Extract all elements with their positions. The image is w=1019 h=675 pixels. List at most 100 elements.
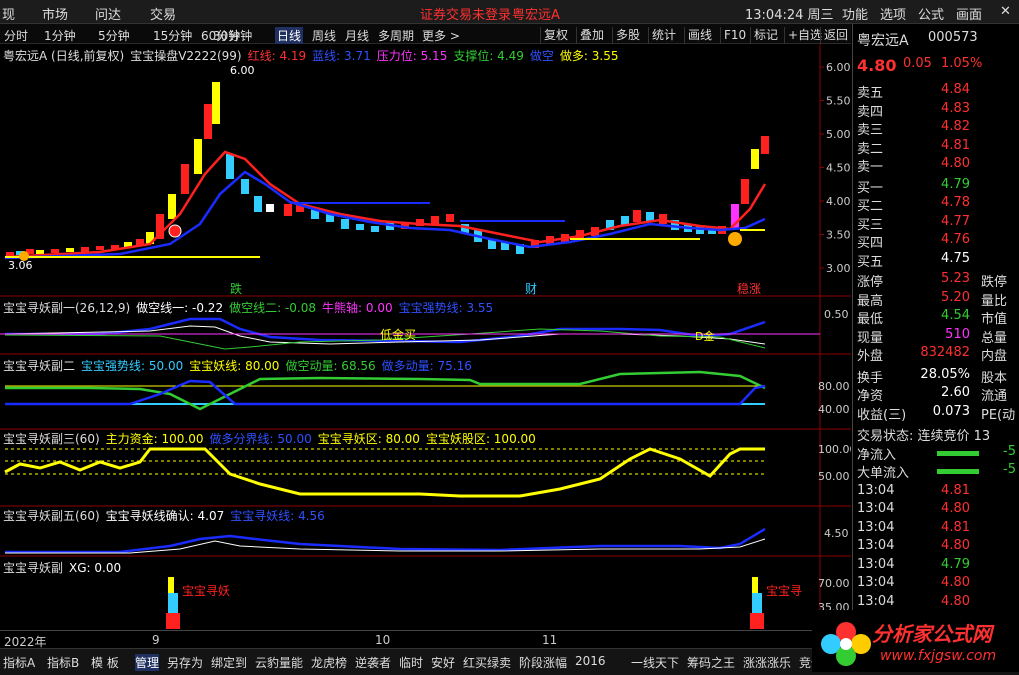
menu-function[interactable]: 功能: [842, 4, 868, 23]
bottom-tab[interactable]: 管理: [135, 654, 160, 671]
period-tab[interactable]: 60分钟: [201, 27, 240, 44]
low-label: 3.06: [8, 259, 33, 272]
candle: [168, 194, 176, 219]
period-tab[interactable]: 周线: [312, 27, 336, 44]
d-gold-label: D金: [695, 329, 714, 343]
ytick: 6.00: [826, 61, 851, 74]
menu-item[interactable]: 现: [2, 4, 15, 23]
quote-row: 收益(三) 0.073 PE(动: [857, 403, 1016, 423]
signal-bar: [752, 593, 762, 613]
bottom-tab[interactable]: 指标A: [3, 654, 35, 671]
tick-row: 13:044.80: [857, 575, 970, 590]
quote-row: 卖四 4.83: [857, 100, 970, 120]
period-tab[interactable]: 5分钟: [98, 27, 130, 44]
menu-screen[interactable]: 画面: [956, 4, 982, 23]
btn-multi[interactable]: 多股: [612, 27, 643, 44]
bottom-tab[interactable]: 安好: [431, 654, 455, 671]
bottom-tab[interactable]: 阶段涨幅: [519, 654, 567, 671]
ytick: 40.00: [818, 403, 850, 416]
bottom-tab[interactable]: 2016: [575, 654, 606, 668]
panel2-title: 宝宝寻妖副二 宝宝强势线: 50.00 宝宝妖线: 80.00 做空动量: 68.56…: [3, 359, 472, 373]
period-tab[interactable]: 多周期: [378, 27, 414, 44]
btn-mark[interactable]: 标记: [750, 27, 781, 44]
tick-row: 13:044.80: [857, 593, 970, 609]
quote-panel: 粤宏远A 000573 4.80 0.05 1.05% 卖五 4.84 卖四 4.83 卖三 4…: [852, 24, 1019, 654]
ytick: 4.00: [826, 195, 851, 208]
candle: [204, 104, 212, 139]
main-title: 粤宏远A (日线,前复权) 宝宝操盘V2222(99) 红线: 4.19 蓝线: 3.…: [3, 49, 619, 63]
flow-row: 大单流入 -5: [857, 462, 1016, 481]
sub-panel-3[interactable]: 100.00 50.00: [0, 443, 851, 507]
quote-row: 卖三 4.82: [857, 119, 970, 138]
period-tab[interactable]: 15分钟: [153, 27, 192, 44]
tag-wenzhang: 稳涨: [737, 281, 761, 296]
bottom-tab[interactable]: 一线天下: [631, 654, 679, 671]
bottom-tab[interactable]: 云豹量能: [255, 654, 303, 671]
btn-f10[interactable]: F10: [720, 27, 749, 44]
buy-signal-icon: [168, 224, 182, 238]
bottom-tab[interactable]: 逆袭者: [355, 654, 391, 671]
candle: [266, 204, 274, 212]
bottom-tab[interactable]: 筹码之王: [687, 654, 735, 671]
period-tab[interactable]: 月线: [345, 27, 369, 44]
candle: [741, 179, 749, 204]
bottom-tab[interactable]: 绑定到: [211, 654, 247, 671]
btn-fuquan[interactable]: 复权: [540, 27, 571, 44]
btn-stats[interactable]: 统计: [648, 27, 679, 44]
red-line: [4, 150, 767, 259]
menu-bar: 现 市场 问达 交易 证券交易未登录 粤宏远A 13:04:24 周三 功能 选…: [0, 0, 1019, 24]
more-dropdown[interactable]: 更多 >: [422, 27, 460, 44]
ytick: 70.00: [818, 577, 850, 590]
bottom-tab[interactable]: 临时: [399, 654, 423, 671]
menu-item-trade[interactable]: 交易: [150, 4, 176, 23]
bottom-tab[interactable]: 另存为: [167, 654, 203, 671]
quote-row: 买五 4.75: [857, 250, 970, 270]
close-icon[interactable]: ✕: [1000, 4, 1011, 19]
quote-row: 买三 4.77: [857, 213, 970, 233]
stock-title: 粤宏远A: [512, 8, 560, 23]
main-fund-line: [4, 447, 765, 498]
sub-panel-4[interactable]: 4.50: [0, 527, 851, 557]
menu-options[interactable]: 选项: [880, 4, 906, 23]
candle: [761, 136, 769, 154]
period-toolbar: 分时 1分钟 5分钟 15分钟 30分钟 日线 60分钟 周线 月线 多周期 更…: [0, 24, 851, 44]
menu-formula[interactable]: 公式: [918, 4, 944, 23]
candle: [66, 248, 74, 252]
btn-add-watch[interactable]: +自选: [784, 27, 825, 44]
signal-label: 宝宝寻: [766, 584, 802, 598]
quote-row: 买一 4.79: [857, 176, 970, 196]
candle: [254, 196, 262, 212]
signal-bar: [168, 577, 174, 593]
period-tab[interactable]: 1分钟: [44, 27, 76, 44]
signal-bar: [752, 577, 758, 593]
tick-row: 13:04 4.81: [857, 482, 970, 498]
flower-logo-icon: [821, 622, 871, 666]
menu-item-market[interactable]: 市场: [42, 4, 68, 23]
signal-label: 宝宝寻妖: [182, 584, 230, 598]
chart-area[interactable]: 6.00 5.50 5.00 4.50 4.00 3.50 3.00 6.00 3.06 跌…: [0, 44, 851, 630]
tick-row: 13:04 4.79: [857, 556, 970, 572]
btn-overlay[interactable]: 叠加: [576, 27, 607, 44]
bottom-tab[interactable]: 红买绿卖: [463, 654, 511, 671]
candle: [371, 226, 379, 232]
period-tab-active[interactable]: 日线: [275, 27, 304, 44]
quote-row: 换手 28.05% 股本: [857, 366, 1008, 386]
sub-panel-5[interactable]: 宝宝寻妖 宝宝寻 70.00 35.00: [166, 577, 850, 629]
tick-row: 13:044.80: [857, 538, 970, 553]
clock: 13:04:24 周三: [745, 8, 834, 23]
date-axis: 2022年 9 10 11: [0, 630, 851, 649]
bottom-tab[interactable]: 龙虎榜: [311, 654, 347, 671]
period-tab[interactable]: 分时: [4, 27, 28, 44]
bottom-tab[interactable]: 模 板: [91, 654, 119, 671]
btn-back[interactable]: 返回: [820, 27, 851, 44]
sub-panel-2[interactable]: 80.00 40.00: [0, 370, 851, 430]
candle: [181, 164, 189, 194]
bottom-tab[interactable]: 指标B: [47, 654, 79, 671]
btn-draw[interactable]: 画线: [684, 27, 715, 44]
bottom-tab[interactable]: 涨涨涨乐: [743, 654, 791, 671]
flow-row: 净流入 -5: [857, 443, 1016, 463]
quote-row: 卖二 4.81: [857, 137, 970, 157]
login-notice[interactable]: 证券交易未登录: [420, 4, 511, 23]
ytick: 0.50: [824, 308, 849, 321]
menu-item-wenda[interactable]: 问达: [95, 4, 121, 23]
